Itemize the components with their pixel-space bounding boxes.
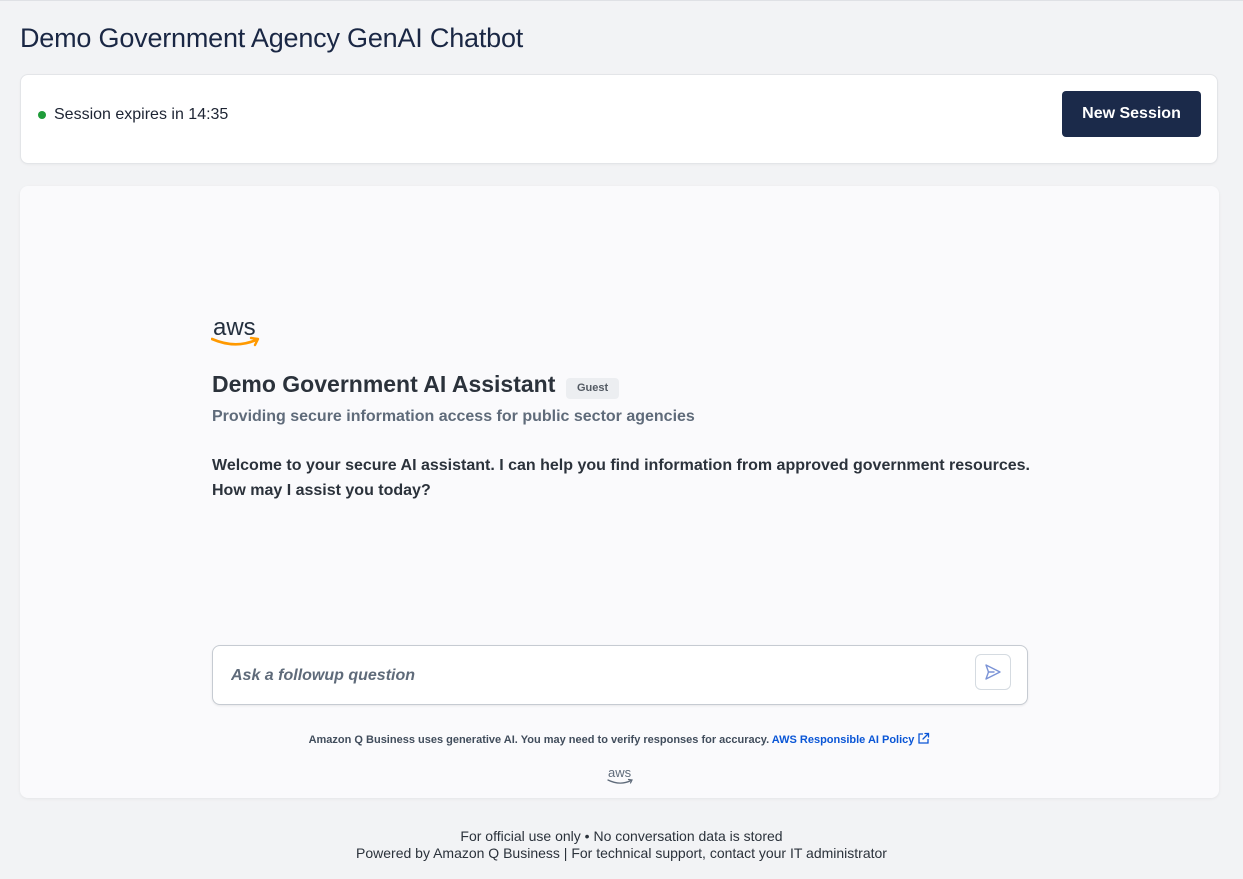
aws-smile-icon <box>211 336 260 347</box>
welcome-message-line: Welcome to your secure AI assistant. I c… <box>212 457 1030 474</box>
footer-notice-line: For official use only • No conversation … <box>460 828 783 844</box>
responsible-ai-policy-link[interactable]: AWS Responsible AI Policy <box>771 732 931 746</box>
send-icon <box>985 664 1001 680</box>
assistant-title: Demo Government AI Assistant <box>212 371 556 397</box>
footer-aws-logo: aws <box>606 766 636 788</box>
new-session-button[interactable]: New Session <box>1062 91 1201 137</box>
page-footer: For official use only • No conversation … <box>0 828 1243 862</box>
user-role-badge: Guest <box>566 378 620 399</box>
chat-panel: aws Demo Government AI Assistant Guest P… <box>20 186 1219 798</box>
send-button[interactable] <box>975 654 1011 690</box>
prompt-box <box>212 645 1028 705</box>
disclaimer-text: Amazon Q Business uses generative AI. Yo… <box>308 734 770 746</box>
session-status-dot <box>38 111 46 119</box>
page-title: Demo Government Agency GenAI Chatbot <box>20 23 524 53</box>
external-link-icon <box>918 732 930 744</box>
ai-disclaimer: Amazon Q Business uses generative AI. Yo… <box>20 732 1219 747</box>
footer-aws-smile-icon <box>607 778 633 784</box>
top-divider <box>0 0 1243 1</box>
welcome-message-line: How may I assist you today? <box>212 482 431 499</box>
policy-link-label: AWS Responsible AI Policy <box>771 734 915 746</box>
assistant-subtitle: Providing secure information access for … <box>212 408 695 425</box>
aws-logo: aws <box>211 316 265 352</box>
footer-support-line: Powered by Amazon Q Business | For techn… <box>356 845 887 861</box>
followup-question-input[interactable] <box>229 658 973 694</box>
welcome-message: Welcome to your secure AI assistant. I c… <box>212 453 1042 503</box>
session-bar: Session expires in 14:35 New Session <box>20 74 1218 164</box>
session-expiry-text: Session expires in 14:35 <box>54 106 229 123</box>
